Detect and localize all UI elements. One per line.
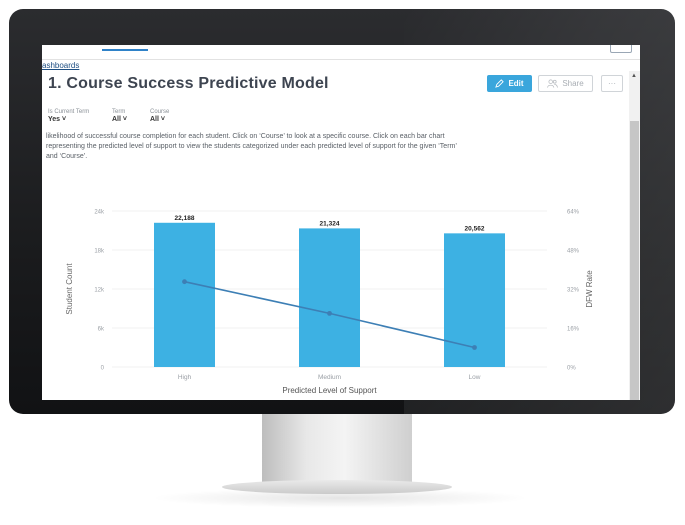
- bar-value-label: 22,188: [175, 215, 195, 222]
- y-tick-label: 18k: [94, 249, 105, 255]
- dfw-rate-point: [182, 279, 187, 285]
- filter-is-current-term[interactable]: Is Current Term Yes ˅: [48, 109, 89, 123]
- description-line: representing the predicted level of supp…: [46, 143, 457, 150]
- edit-button-label: Edit: [508, 79, 524, 88]
- y2-axis-label: DFW Rate: [585, 270, 594, 308]
- filter-label: Course: [150, 109, 170, 115]
- bar[interactable]: [154, 222, 215, 367]
- support-level-chart: 0 6k 12k 18k 24k 0% 16% 32% 48% 64% 22,188 21,324…: [65, 210, 594, 396]
- x-tick-label: Medium: [318, 374, 341, 381]
- y-axis-label: Student Count: [65, 263, 74, 315]
- scroll-up-icon[interactable]: ▲: [631, 73, 637, 79]
- filter-course[interactable]: Course All ˅: [150, 109, 169, 123]
- y-tick-label: 24k: [94, 210, 105, 216]
- share-users-icon: [547, 79, 559, 88]
- y2-tick-label: 32%: [567, 288, 580, 294]
- monitor-stand-neck: [262, 414, 412, 484]
- filter-label: Is Current Term: [48, 109, 90, 115]
- y-axis-right-ticks: 0% 16% 32% 48% 64%: [567, 210, 580, 372]
- bar-value-label: 21,324: [320, 220, 340, 227]
- top-nav-bar: [42, 45, 640, 60]
- filter-value: All ˅: [150, 116, 165, 123]
- y2-tick-label: 48%: [567, 249, 580, 255]
- filter-value: Yes ˅: [48, 116, 67, 123]
- top-right-button[interactable]: [610, 45, 632, 53]
- filter-label: Term: [112, 109, 126, 115]
- pencil-icon: [495, 79, 505, 88]
- x-tick-label: High: [178, 374, 192, 381]
- scrollbar-thumb[interactable]: [630, 121, 639, 400]
- x-tick-label: Low: [469, 374, 481, 381]
- monitor-bezel: ashboards 1. Course Success Predictive M…: [9, 9, 675, 414]
- y2-tick-label: 0%: [567, 366, 576, 372]
- bar-value-label: 20,562: [465, 225, 485, 232]
- y2-tick-label: 64%: [567, 210, 580, 216]
- monitor-stand-base: [222, 480, 452, 494]
- dfw-rate-point: [472, 345, 477, 350]
- y-tick-label: 12k: [94, 288, 105, 294]
- bar-series[interactable]: 22,188 21,324 20,562: [154, 215, 505, 367]
- share-button-label: Share: [562, 79, 584, 88]
- more-options-button[interactable]: ···: [601, 75, 623, 92]
- y-axis-left-ticks: 0 6k 12k 18k 24k: [94, 210, 105, 372]
- breadcrumb[interactable]: ashboards: [42, 61, 79, 70]
- description-line: and ‘Course’.: [46, 153, 88, 160]
- bar[interactable]: [299, 228, 360, 367]
- share-button[interactable]: Share: [538, 75, 593, 92]
- y-tick-label: 6k: [98, 327, 105, 333]
- active-tab-indicator: [102, 49, 148, 51]
- x-axis-categories: High Medium Low: [178, 374, 481, 381]
- screen: ashboards 1. Course Success Predictive M…: [42, 45, 640, 400]
- x-axis-label: Predicted Level of Support: [282, 386, 377, 395]
- edit-button[interactable]: Edit: [487, 75, 532, 92]
- filter-term[interactable]: Term All ˅: [112, 109, 127, 123]
- y2-tick-label: 16%: [567, 327, 580, 333]
- chart-description: likelihood of successful course completi…: [46, 132, 594, 162]
- filter-value: All ˅: [112, 116, 127, 123]
- description-line: likelihood of successful course completi…: [46, 133, 445, 140]
- dfw-rate-point: [327, 310, 332, 316]
- page-title: 1. Course Success Predictive Model: [48, 75, 329, 92]
- y-tick-label: 0: [101, 366, 105, 372]
